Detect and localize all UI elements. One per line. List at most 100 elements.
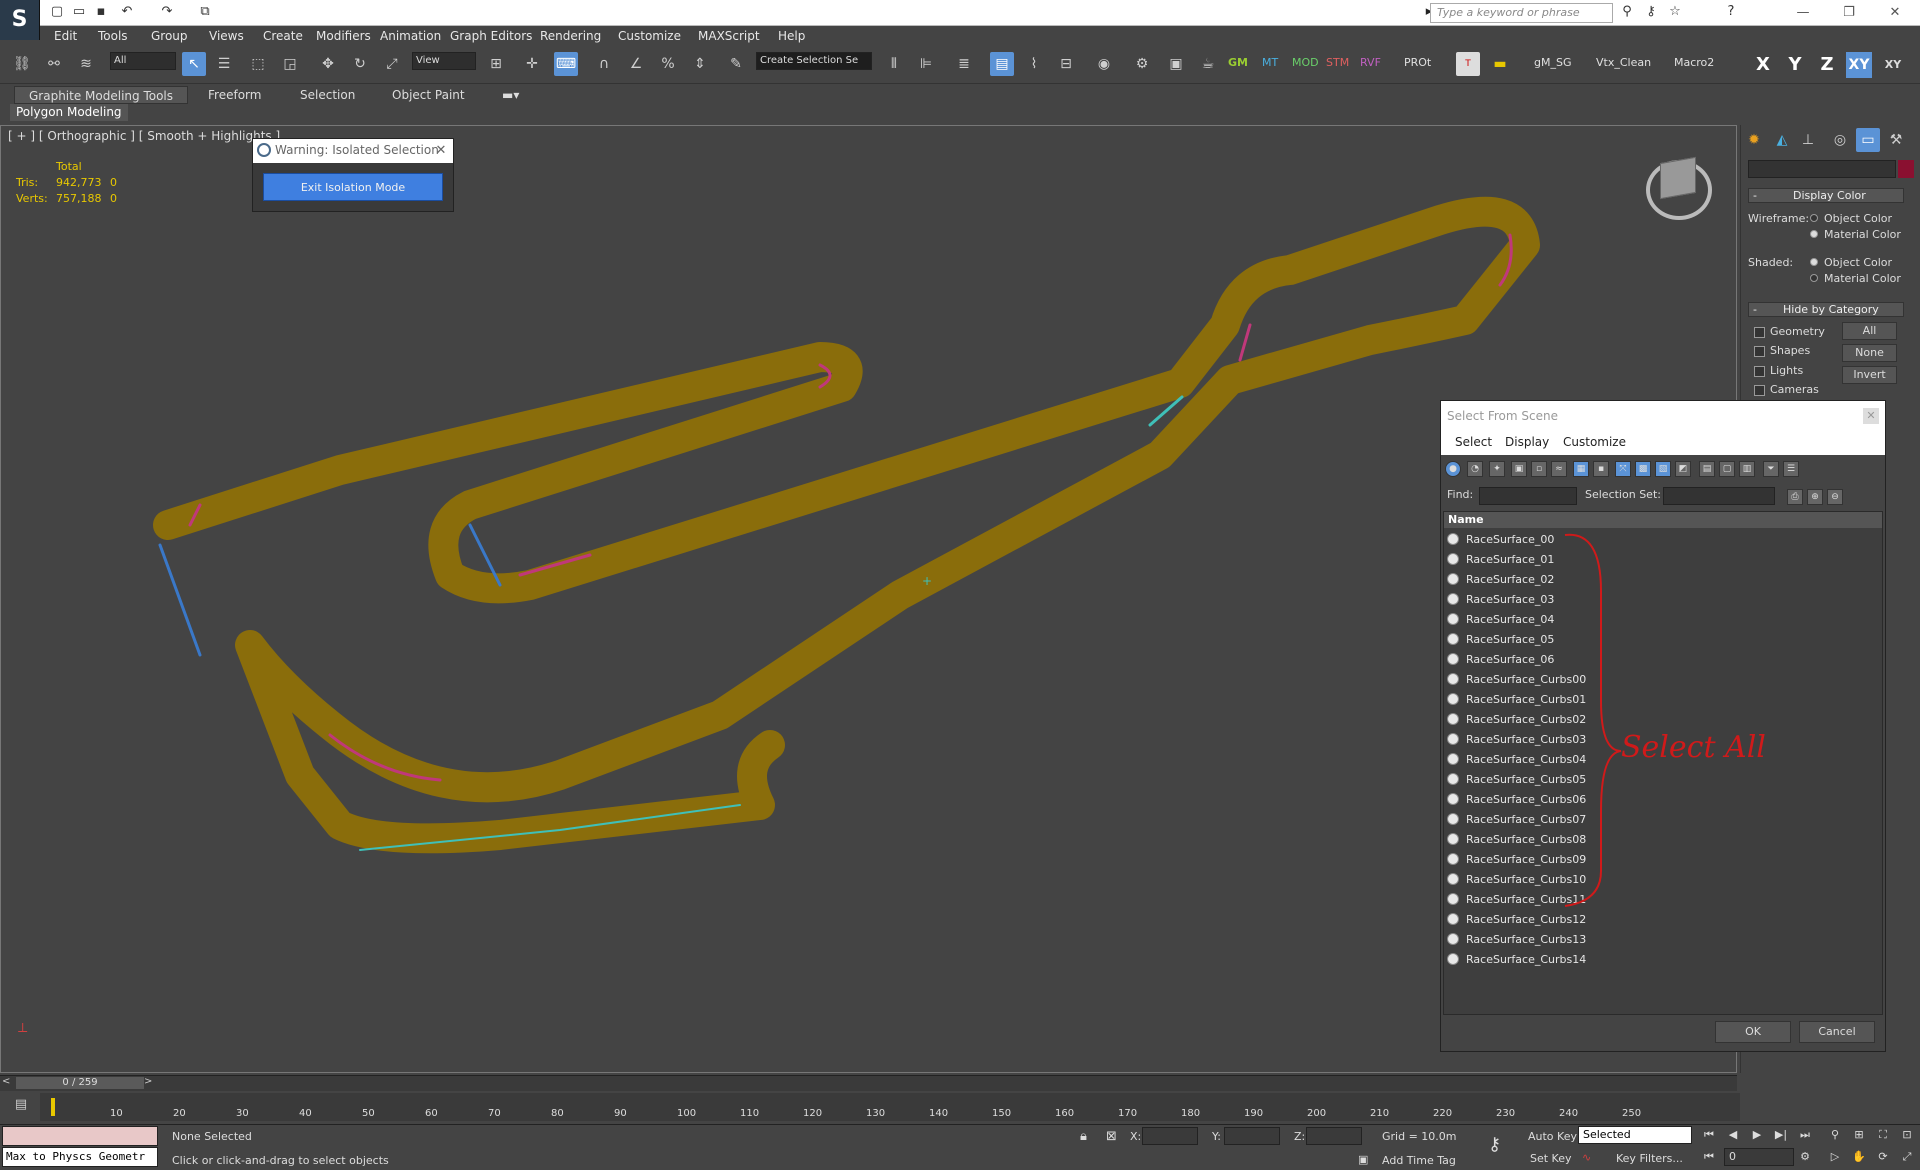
modify-tab-icon[interactable]: ◭: [1770, 128, 1794, 152]
key-mode-dropdown[interactable]: Selected: [1578, 1126, 1692, 1144]
menu-tools[interactable]: Tools: [98, 26, 128, 46]
y-coordinate-input[interactable]: [1224, 1127, 1280, 1145]
shaded-material-color-radio[interactable]: [1810, 274, 1818, 282]
save-file-icon[interactable]: ▪: [92, 3, 110, 21]
cancel-button[interactable]: Cancel: [1799, 1021, 1875, 1043]
selection-filter-dropdown[interactable]: All: [110, 52, 176, 70]
previous-key-icon[interactable]: ◀: [1724, 1126, 1742, 1144]
time-slider[interactable]: [0, 1075, 1737, 1091]
current-frame-input[interactable]: 0: [1724, 1148, 1794, 1166]
manipulate-icon[interactable]: ✛: [520, 52, 544, 76]
menu-edit[interactable]: Edit: [54, 26, 77, 46]
bind-spacewarp-icon[interactable]: ≋: [74, 52, 98, 76]
zoom-extents-all-icon[interactable]: ⊡: [1898, 1126, 1916, 1144]
dialog-menu-display[interactable]: Display: [1505, 435, 1549, 449]
ok-button[interactable]: OK: [1715, 1021, 1791, 1043]
hide-cameras-checkbox[interactable]: [1754, 385, 1765, 396]
open-file-icon[interactable]: ▭: [70, 3, 88, 21]
x-coordinate-input[interactable]: [1142, 1127, 1198, 1145]
scene-explorer-icon[interactable]: ▤: [990, 52, 1014, 76]
menu-animation[interactable]: Animation: [380, 26, 441, 46]
selection-lock-icon[interactable]: 🔒︎: [1080, 1129, 1087, 1144]
select-all-icon[interactable]: ▤: [1699, 461, 1715, 477]
reference-coord-dropdown[interactable]: View: [412, 52, 476, 70]
key-icon[interactable]: ⚷: [1642, 3, 1660, 21]
menu-maxscript[interactable]: MAXScript: [698, 26, 760, 46]
tab-graphite-modeling[interactable]: Graphite Modeling Tools: [14, 86, 189, 104]
axis-x-button[interactable]: X: [1750, 52, 1776, 78]
minimize-icon[interactable]: —: [1788, 2, 1818, 24]
next-frame-icon[interactable]: >: [144, 1076, 152, 1087]
pan-view-icon[interactable]: ✋: [1850, 1148, 1868, 1166]
percent-snap-icon[interactable]: %: [656, 52, 680, 76]
restore-icon[interactable]: ❐: [1834, 2, 1864, 24]
list-item[interactable]: RaceSurface_Curbs12: [1444, 910, 1882, 930]
tab-object-paint[interactable]: Object Paint: [382, 86, 475, 104]
project-folder-icon[interactable]: ⧉: [196, 3, 214, 21]
scale-icon[interactable]: ⤢: [380, 52, 404, 76]
wireframe-material-color-radio[interactable]: [1810, 230, 1818, 238]
list-item[interactable]: RaceSurface_Curbs13: [1444, 930, 1882, 950]
script-gm[interactable]: GM: [1228, 56, 1248, 69]
dialog-menu-select[interactable]: Select: [1455, 435, 1492, 449]
previous-frame-icon[interactable]: <: [2, 1076, 10, 1087]
select-invert-icon[interactable]: ▥: [1739, 461, 1755, 477]
menu-help[interactable]: Help: [778, 26, 805, 46]
help-icon[interactable]: ?: [1722, 3, 1740, 21]
absolute-mode-icon[interactable]: ⊠: [1106, 1129, 1117, 1144]
hide-by-category-rollout[interactable]: - Hide by Category: [1748, 302, 1904, 317]
tab-selection[interactable]: Selection: [290, 86, 365, 104]
selection-set-dropdown[interactable]: [1663, 487, 1775, 505]
script-listener-mini-input[interactable]: [2, 1126, 158, 1146]
snaps-toggle-icon[interactable]: ∩: [592, 52, 616, 76]
filter-options-icon[interactable]: ☰: [1783, 461, 1799, 477]
app-logo-icon[interactable]: S: [0, 0, 40, 40]
render-setup-icon[interactable]: ⚙: [1130, 52, 1154, 76]
redo-icon[interactable]: ↷: [158, 3, 176, 21]
set-key-button[interactable]: Set Key: [1530, 1152, 1572, 1165]
axis-z-button[interactable]: Z: [1814, 52, 1840, 78]
hidden-filter-icon[interactable]: ◩: [1675, 461, 1691, 477]
hide-lights-checkbox[interactable]: [1754, 366, 1765, 377]
zoom-all-icon[interactable]: ⊞: [1850, 1126, 1868, 1144]
play-icon[interactable]: ▶: [1748, 1126, 1766, 1144]
script-prot[interactable]: PROt: [1404, 56, 1431, 69]
mini-curve-editor-icon[interactable]: ▤: [8, 1097, 34, 1117]
close-window-icon[interactable]: ✕: [1880, 2, 1910, 24]
column-header-name[interactable]: Name: [1444, 512, 1882, 528]
script-bar-icon[interactable]: ▬: [1488, 52, 1512, 76]
auto-key-button[interactable]: Auto Key: [1528, 1130, 1577, 1143]
key-filters-button[interactable]: Key Filters...: [1616, 1152, 1683, 1165]
zoom-icon[interactable]: ⚲: [1826, 1126, 1844, 1144]
track-bar[interactable]: [40, 1093, 1740, 1121]
helpers-filter-icon[interactable]: ▫: [1531, 461, 1547, 477]
script-rvf[interactable]: RVF: [1360, 56, 1381, 69]
axis-y-button[interactable]: Y: [1782, 52, 1808, 78]
axis-xy-cycle-icon[interactable]: XY: [1880, 52, 1906, 78]
rotate-icon[interactable]: ↻: [348, 52, 372, 76]
go-to-end-icon[interactable]: ⏭: [1796, 1126, 1814, 1144]
xrefs-filter-icon[interactable]: ▪: [1593, 461, 1609, 477]
display-tab-icon[interactable]: ▭: [1856, 128, 1880, 152]
pivot-center-icon[interactable]: ⊞: [484, 52, 508, 76]
find-input[interactable]: [1479, 487, 1577, 505]
z-coordinate-input[interactable]: [1306, 1127, 1362, 1145]
field-of-view-icon[interactable]: ▷: [1826, 1148, 1844, 1166]
cameras-filter-icon[interactable]: ▣: [1511, 461, 1527, 477]
keyboard-shortcut-icon[interactable]: ⌨: [554, 52, 578, 76]
orbit-icon[interactable]: ⟳: [1874, 1148, 1892, 1166]
object-name-field[interactable]: [1748, 160, 1896, 178]
script-mod[interactable]: MOD: [1292, 56, 1319, 69]
containers-filter-icon[interactable]: ▩: [1635, 461, 1651, 477]
wireframe-object-color-radio[interactable]: [1810, 214, 1818, 222]
window-crossing-icon[interactable]: ◲: [278, 52, 302, 76]
rectangular-selection-icon[interactable]: ⬚: [246, 52, 270, 76]
go-to-start-icon[interactable]: ⏮: [1700, 1126, 1718, 1144]
set-key-mode-icon[interactable]: ⚷: [1488, 1134, 1501, 1155]
star-icon[interactable]: ☆: [1666, 3, 1684, 21]
unlink-icon[interactable]: ⚯: [42, 52, 66, 76]
maximize-viewport-icon[interactable]: ⤢: [1898, 1148, 1916, 1166]
menu-rendering[interactable]: Rendering: [540, 26, 601, 46]
key-mode-toggle-icon[interactable]: ⏮: [1700, 1148, 1718, 1166]
display-color-rollout[interactable]: - Display Color: [1748, 188, 1904, 203]
